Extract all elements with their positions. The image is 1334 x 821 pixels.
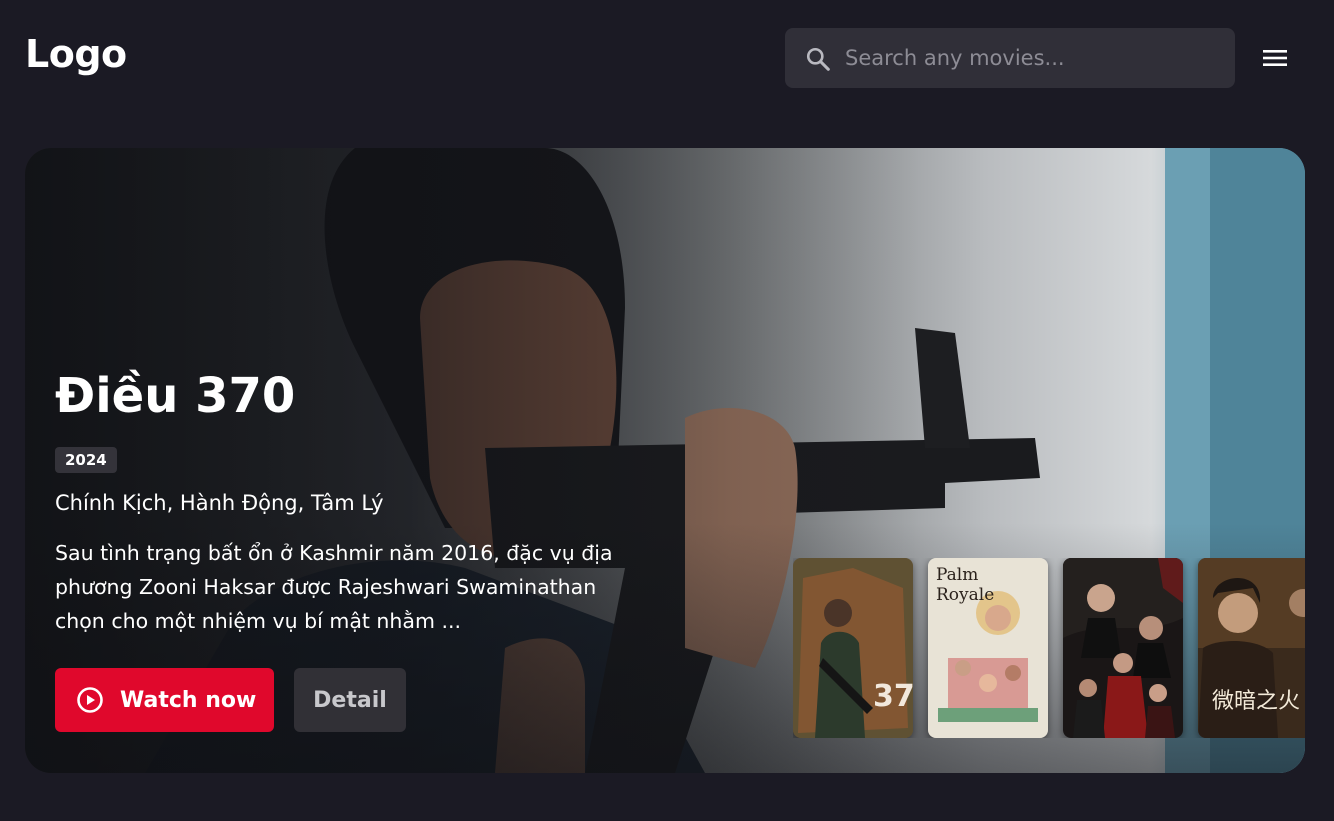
hero-banner: Điều 370 2024 Chính Kịch, Hành Động, Tâm… <box>25 148 1305 773</box>
poster-palm-royale-text-2: Royale <box>936 585 994 605</box>
poster-drama-image <box>1063 558 1183 738</box>
menu-icon[interactable] <box>1262 46 1288 70</box>
hero-overview: Sau tình trạng bất ổn ở Kashmir năm 2016… <box>55 541 613 633</box>
poster-carousel: 370 Palm Royale <box>793 558 1305 738</box>
hero-title: Điều 370 <box>55 368 296 424</box>
search-input[interactable] <box>845 28 1225 88</box>
watch-now-label: Watch now <box>120 687 257 713</box>
poster-palm-royale-text: Palm <box>936 565 978 585</box>
poster-dieu-370[interactable]: 370 <box>793 558 913 738</box>
poster-chinese-text: 微暗之火 <box>1212 689 1300 714</box>
detail-button[interactable]: Detail <box>294 668 406 732</box>
poster-palm-royale-image: Palm Royale <box>928 558 1048 738</box>
poster-drama[interactable] <box>1063 558 1183 738</box>
search-icon <box>806 47 830 71</box>
play-circle-icon <box>77 687 103 713</box>
watch-now-button[interactable]: Watch now <box>55 668 274 732</box>
logo[interactable]: Logo <box>25 32 127 76</box>
year-badge: 2024 <box>55 447 117 473</box>
poster-dieu-370-image: 370 <box>793 558 913 738</box>
poster-chinese-image: 微暗之火 <box>1198 558 1305 738</box>
poster-palm-royale[interactable]: Palm Royale <box>928 558 1048 738</box>
poster-dieu-370-text: 370 <box>873 679 913 714</box>
poster-chinese[interactable]: 微暗之火 <box>1198 558 1305 738</box>
hero-genres: Chính Kịch, Hành Động, Tâm Lý <box>55 491 384 515</box>
header: Logo <box>0 0 1334 118</box>
search-bar[interactable] <box>785 28 1235 88</box>
